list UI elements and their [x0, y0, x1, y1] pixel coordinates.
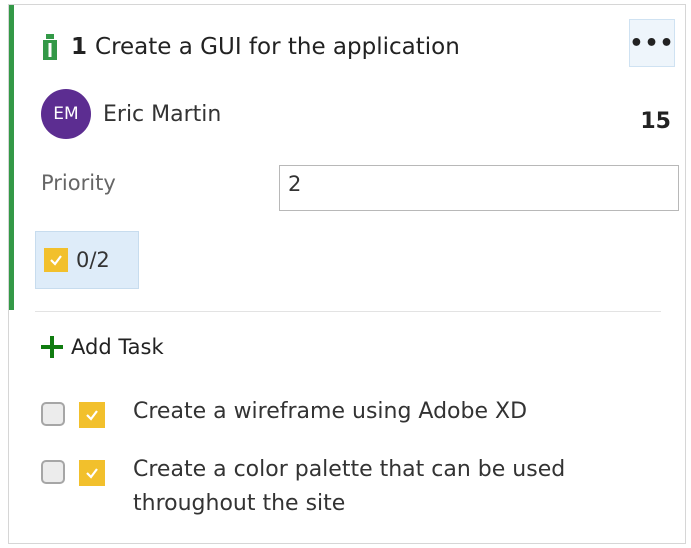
task-progress-toggle[interactable]: 0/2 [35, 231, 139, 289]
task-item: Create a wireframe using Adobe XD [41, 399, 653, 429]
divider [35, 311, 661, 312]
effort-value: 15 [640, 109, 671, 134]
add-task-label: Add Task [71, 335, 164, 359]
card-accent-bar [9, 5, 14, 310]
assignee-name: Eric Martin [103, 101, 222, 127]
task-title[interactable]: Create a wireframe using Adobe XD [133, 395, 653, 429]
assignee[interactable]: EM Eric Martin [41, 89, 221, 139]
task-item: Create a color palette that can be used … [41, 457, 653, 521]
task-checkbox[interactable] [41, 402, 65, 426]
priority-field[interactable]: 2 [279, 165, 679, 211]
task-checkbox[interactable] [41, 460, 65, 484]
priority-label: Priority [41, 171, 116, 195]
task-progress-count: 0/2 [76, 248, 110, 272]
card-header: 1 Create a GUI for the application [41, 27, 460, 67]
task-title[interactable]: Create a color palette that can be used … [133, 453, 653, 521]
task-type-icon [79, 460, 105, 486]
trophy-icon [43, 34, 57, 60]
task-checkbox-icon [44, 248, 68, 272]
more-actions-button[interactable]: ••• [629, 19, 675, 67]
avatar: EM [41, 89, 91, 139]
task-type-icon [79, 402, 105, 428]
plus-icon [41, 336, 63, 358]
add-task-button[interactable]: Add Task [41, 335, 164, 359]
work-item-id: 1 [71, 34, 88, 60]
work-item-title[interactable]: Create a GUI for the application [95, 34, 460, 60]
work-item-card[interactable]: 1 Create a GUI for the application ••• E… [8, 4, 686, 544]
